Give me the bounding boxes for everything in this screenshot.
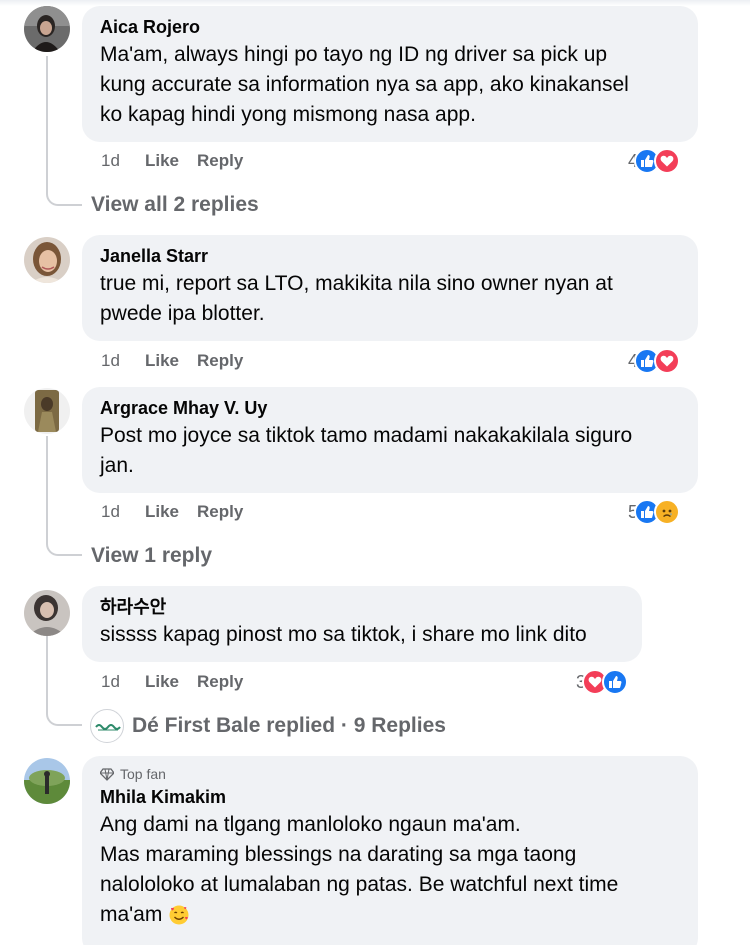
comment-text: true mi, report sa LTO, makikita nila si… — [100, 272, 613, 295]
avatar[interactable] — [24, 758, 70, 804]
comment-text: Post mo joyce sa tiktok tamo madami naka… — [100, 424, 633, 447]
replied-summary-text: Dé First Bale replied · 9 Replies — [132, 714, 446, 737]
replier-avatar — [90, 709, 124, 743]
reply-button[interactable]: Reply — [197, 350, 243, 372]
comment-bubble: Janella Starr true mi, report sa LTO, ma… — [82, 235, 698, 341]
top-fan-label: Top fan — [120, 766, 166, 782]
comment-author[interactable]: Janella Starr — [100, 245, 680, 267]
comment-text: ma'am — [100, 903, 163, 926]
comment-timestamp[interactable]: 1d — [101, 501, 145, 523]
comment-bubble: 하라수안 sissss kapag pinost mo sa tiktok, i… — [82, 586, 642, 662]
avatar[interactable] — [24, 388, 70, 434]
comment-text: nalololoko at lumalaban ng patas. Be wat… — [100, 873, 619, 896]
sad-icon — [654, 499, 681, 525]
avatar[interactable] — [24, 590, 70, 636]
like-button[interactable]: Like — [145, 150, 179, 172]
comment-text: sissss kapag pinost mo sa tiktok, i shar… — [100, 623, 587, 646]
comment-timestamp[interactable]: 1d — [101, 150, 145, 172]
thread-elbow — [46, 500, 82, 556]
view-replies-link[interactable]: View all 2 replies — [91, 193, 259, 217]
top-fan-badge: Top fan — [100, 766, 680, 782]
love-icon — [654, 348, 681, 374]
comment-meta: 1d Like Reply — [101, 350, 261, 372]
reaction-summary[interactable]: 4 — [628, 347, 681, 375]
diamond-icon — [100, 768, 114, 781]
reaction-summary[interactable]: 5 — [628, 498, 681, 526]
comment-bubble: Argrace Mhay V. Uy Post mo joyce sa tikt… — [82, 387, 698, 493]
like-icon — [602, 669, 629, 695]
comment-text: Mas maraming blessings na darating sa mg… — [100, 843, 577, 866]
view-replies-link[interactable]: View 1 reply — [91, 544, 212, 568]
like-button[interactable]: Like — [145, 350, 179, 372]
comment-text: ko kapag hindi yong mismong nasa app. — [100, 103, 476, 126]
comment-text: Ma'am, always hingi po tayo ng ID ng dri… — [100, 43, 608, 66]
comment-timestamp[interactable]: 1d — [101, 350, 145, 372]
comment-author[interactable]: 하라수안 — [100, 596, 624, 618]
reply-button[interactable]: Reply — [197, 501, 243, 523]
reply-button[interactable]: Reply — [197, 671, 243, 693]
comment-author[interactable]: Argrace Mhay V. Uy — [100, 397, 680, 419]
reply-button[interactable]: Reply — [197, 150, 243, 172]
thread-elbow — [46, 150, 82, 206]
comment-text-last-line: ma'am — [100, 900, 680, 930]
thread-elbow — [46, 670, 82, 726]
like-button[interactable]: Like — [145, 501, 179, 523]
comment-bubble: Top fan Mhila Kimakim Ang dami na tlgang… — [82, 756, 698, 945]
comment-bubble: Aica Rojero Ma'am, always hingi po tayo … — [82, 6, 698, 142]
comment-meta: 1d Like Reply — [101, 150, 261, 172]
comment-text: pwede ipa blotter. — [100, 302, 265, 325]
smiling-face-with-hearts-icon — [169, 905, 189, 925]
reaction-summary[interactable]: 4 — [628, 147, 681, 175]
avatar[interactable] — [24, 6, 70, 52]
comment-text: kung accurate sa information nya sa app,… — [100, 73, 629, 96]
comment-meta: 1d Like Reply — [101, 501, 261, 523]
avatar[interactable] — [24, 237, 70, 283]
comment-author[interactable]: Mhila Kimakim — [100, 786, 680, 808]
comment-meta: 1d Like Reply — [101, 671, 261, 693]
comment-author[interactable]: Aica Rojero — [100, 16, 680, 38]
like-button[interactable]: Like — [145, 671, 179, 693]
comment-timestamp[interactable]: 1d — [101, 671, 145, 693]
comment-text: jan. — [100, 454, 134, 477]
replied-summary-link[interactable]: Dé First Bale replied · 9 Replies — [90, 709, 446, 743]
love-icon — [654, 148, 681, 174]
comment-text: Ang dami na tlgang manloloko ngaun ma'am… — [100, 813, 521, 836]
reaction-summary[interactable]: 3 — [576, 668, 629, 696]
